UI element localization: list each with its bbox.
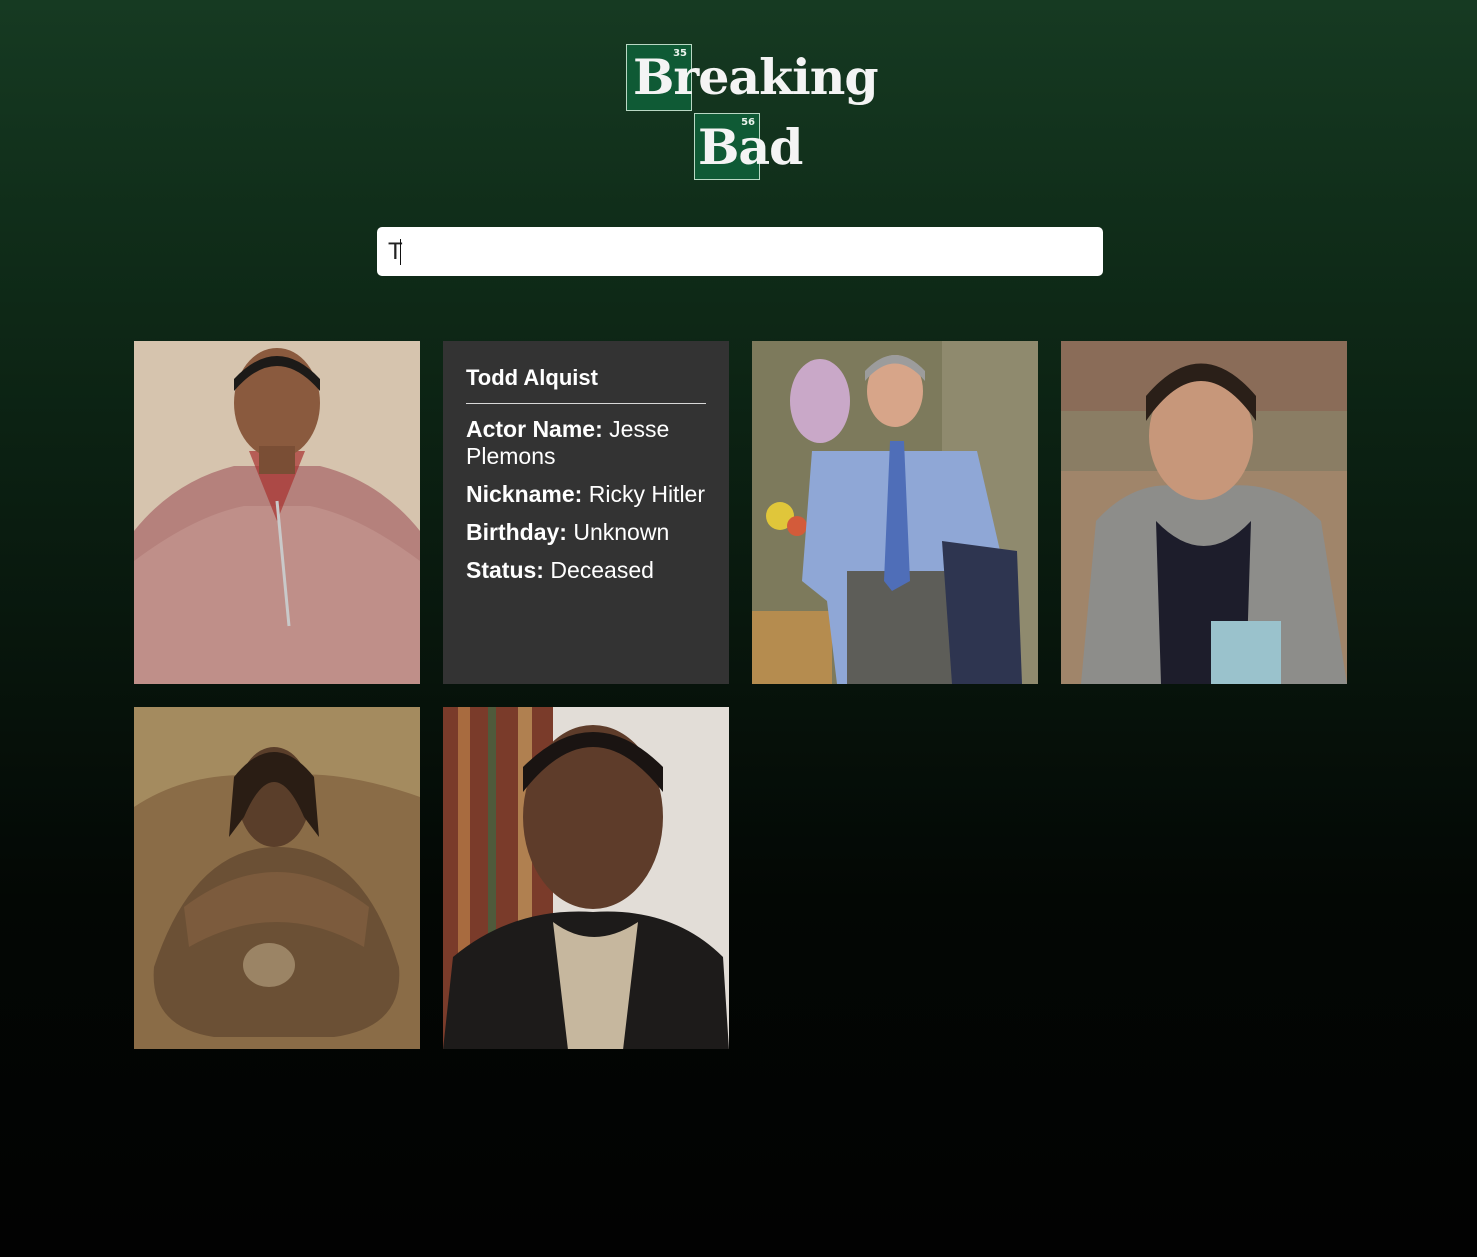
- character-card[interactable]: [752, 341, 1038, 684]
- birthday-value: Unknown: [573, 519, 670, 545]
- logo-word-breaking: Breaking: [633, 53, 879, 102]
- logo-word-bad: Bad: [698, 123, 803, 172]
- breaking-bad-logo: 35 56 Breaking Bad: [626, 44, 879, 184]
- actor-name-label: Actor Name:: [466, 416, 603, 442]
- character-portrait-image: [134, 341, 420, 684]
- character-card[interactable]: [443, 707, 729, 1049]
- nickname-value: Ricky Hitler: [588, 481, 705, 507]
- character-portrait-image: [752, 341, 1038, 684]
- character-card[interactable]: [1061, 341, 1347, 684]
- text-caret: [400, 239, 401, 265]
- nickname-label: Nickname:: [466, 481, 583, 507]
- character-portrait-image: [1061, 341, 1347, 684]
- status-row: Status: Deceased: [466, 557, 706, 584]
- birthday-label: Birthday:: [466, 519, 567, 545]
- logo-word-rest: d: [769, 118, 803, 176]
- character-search-input[interactable]: [377, 227, 1103, 276]
- logo-symbol: Ba: [698, 118, 770, 176]
- character-portrait-image: [443, 707, 729, 1049]
- logo-word-rest: eaking: [698, 48, 878, 106]
- logo-symbol: Br: [633, 48, 699, 106]
- character-name: Todd Alquist: [466, 365, 706, 404]
- birthday-row: Birthday: Unknown: [466, 519, 706, 546]
- status-label: Status:: [466, 557, 544, 583]
- character-grid: Todd Alquist Actor Name: Jesse Plemons N…: [134, 341, 1347, 1049]
- character-card[interactable]: [134, 341, 420, 684]
- character-portrait-image: [134, 707, 420, 1049]
- nickname-row: Nickname: Ricky Hitler: [466, 481, 706, 508]
- character-card-details[interactable]: Todd Alquist Actor Name: Jesse Plemons N…: [443, 341, 729, 684]
- status-value: Deceased: [550, 557, 654, 583]
- character-card[interactable]: [134, 707, 420, 1049]
- actor-name-row: Actor Name: Jesse Plemons: [466, 416, 706, 470]
